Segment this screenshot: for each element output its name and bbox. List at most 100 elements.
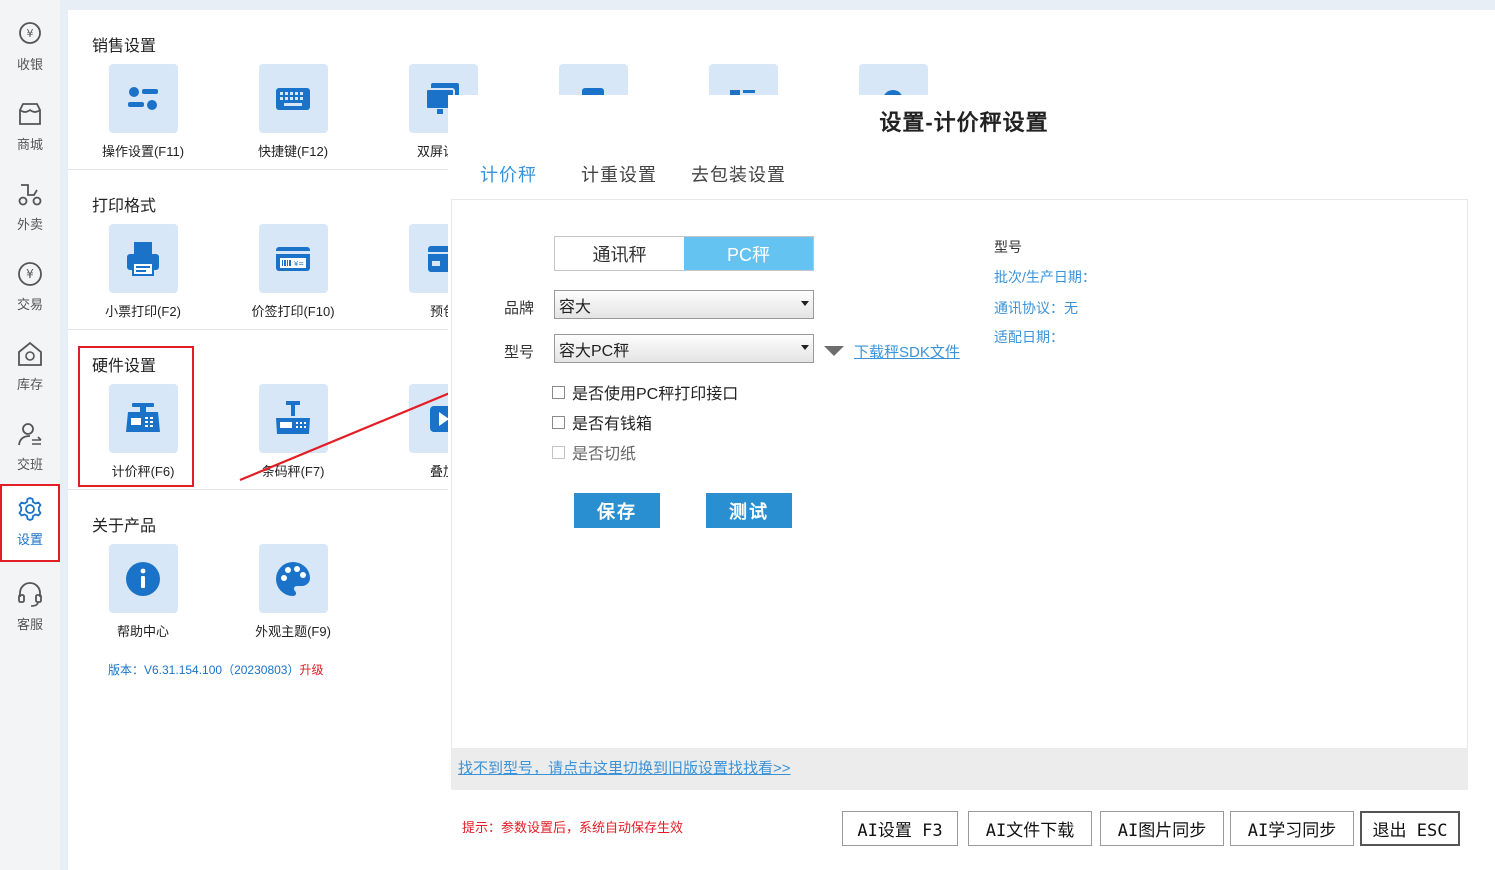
info-adapt-date: 适配日期：	[994, 329, 1064, 345]
sidebar-item-support[interactable]: 客服	[0, 568, 60, 646]
tile-help-center[interactable]: 帮助中心	[88, 544, 198, 640]
ai-learning-sync-button[interactable]: AI学习同步	[1230, 811, 1354, 846]
svg-text:¥: ¥	[26, 267, 34, 281]
tile-barcode-scale[interactable]: 条码秤(F7)	[238, 384, 348, 480]
tile-label: 价签打印(F10)	[251, 304, 335, 319]
tile-shortcut-keys[interactable]: 快捷键(F12)	[238, 64, 348, 160]
old-settings-bar: 找不到型号，请点击这里切换到旧版设置找找看>>	[451, 748, 1468, 790]
autosave-tip: 提示：参数设置后，系统自动保存生效	[462, 820, 684, 835]
tile-receipt-print[interactable]: 小票打印(F2)	[88, 224, 198, 320]
model-value: 容大PC秤	[559, 342, 630, 360]
dialog-tabs: 计价秤 计重设置 去包装设置	[480, 161, 820, 187]
brand-label: 品牌	[504, 300, 535, 317]
sidebar-item-label: 收银	[16, 57, 43, 72]
cashier-icon: ¥	[19, 22, 41, 44]
sidebar-item-settings[interactable]: 设置	[0, 484, 60, 562]
delivery-icon	[18, 184, 42, 206]
tile-appearance-theme[interactable]: 外观主题(F9)	[238, 544, 348, 640]
segment-comm-scale[interactable]: 通讯秤	[555, 237, 684, 270]
info-model-title: 型号	[994, 239, 1022, 255]
scale-type-toggle: 通讯秤 PC秤	[554, 236, 814, 271]
tile-label: 小票打印(F2)	[105, 304, 181, 319]
ai-settings-button[interactable]: AI设置 F3	[842, 811, 958, 846]
main-sidebar: ¥ 收银 商城 外卖 ¥ 交易 库存 交班 设置 客服	[0, 0, 60, 870]
exit-button[interactable]: 退出 ESC	[1360, 811, 1460, 846]
sliders-icon	[128, 86, 158, 110]
section-title-print: 打印格式	[92, 198, 157, 215]
old-settings-link[interactable]: 找不到型号，请点击这里切换到旧版设置找找看>>	[458, 757, 791, 778]
dialog-content: 通讯秤 PC秤 品牌 容大 型号 容大PC秤 下载秤SDK文件 是否使用PC秤打…	[451, 199, 1468, 748]
tab-weighing-settings[interactable]: 计重设置	[581, 161, 657, 187]
ai-file-download-button[interactable]: AI文件下载	[968, 811, 1092, 846]
checkbox-label: 是否使用PC秤打印接口	[572, 386, 739, 403]
svg-text:¥=: ¥=	[294, 260, 304, 268]
sidebar-item-inventory[interactable]: 库存	[0, 328, 60, 406]
checkbox-cash-drawer[interactable]: 是否有钱箱	[552, 410, 652, 434]
tab-tare-settings[interactable]: 去包装设置	[691, 161, 786, 187]
upgrade-link[interactable]: 升级	[299, 663, 323, 677]
tile-price-label-print[interactable]: ¥= 价签打印(F10)	[238, 224, 348, 320]
sidebar-item-label: 设置	[16, 532, 43, 547]
info-batch-date: 批次/生产日期：	[994, 269, 1096, 285]
printer-icon	[127, 241, 159, 276]
segment-pc-scale[interactable]: PC秤	[684, 237, 813, 270]
tile-label: 帮助中心	[116, 624, 169, 639]
version-text: 版本：V6.31.154.100（20230803）	[108, 663, 300, 677]
model-label: 型号	[504, 344, 535, 361]
model-select[interactable]: 容大PC秤	[554, 334, 814, 363]
tile-label: 计价秤(F6)	[111, 464, 175, 479]
version-info: 版本：V6.31.154.100（20230803）升级	[108, 661, 323, 678]
sidebar-item-cashier[interactable]: ¥ 收银	[0, 8, 60, 86]
section-divider	[68, 169, 448, 170]
checkbox-box[interactable]	[552, 445, 565, 459]
test-button[interactable]: 测试	[706, 493, 792, 528]
store-icon	[19, 103, 41, 125]
sidebar-item-store[interactable]: 商城	[0, 88, 60, 166]
checkbox-box[interactable]	[552, 415, 565, 429]
price-tag-icon: ¥=	[276, 246, 310, 271]
shift-handover-icon	[18, 423, 42, 446]
palette-icon	[276, 561, 310, 596]
sidebar-item-label: 客服	[16, 617, 43, 632]
section-divider	[68, 489, 448, 490]
section-title-hardware: 硬件设置	[92, 358, 157, 375]
info-protocol: 通讯协议：无	[994, 300, 1078, 316]
sidebar-item-label: 交班	[16, 457, 43, 472]
checkbox-paper-cut[interactable]: 是否切纸	[552, 440, 636, 464]
tile-label: 条码秤(F7)	[261, 464, 325, 479]
section-title-sales: 销售设置	[92, 38, 157, 55]
sidebar-item-transaction[interactable]: ¥ 交易	[0, 248, 60, 326]
sidebar-item-label: 交易	[16, 297, 43, 312]
chevron-down-icon	[801, 345, 809, 350]
dialog-title: 设置-计价秤设置	[879, 110, 1049, 135]
tab-price-scale[interactable]: 计价秤	[480, 161, 537, 187]
tile-label: 外观主题(F9)	[255, 624, 331, 639]
brand-value: 容大	[559, 298, 592, 316]
chevron-down-icon	[801, 301, 809, 306]
svg-text:¥: ¥	[27, 27, 34, 40]
headset-icon	[18, 582, 42, 607]
barcode-scale-icon	[276, 400, 310, 434]
inventory-icon	[18, 341, 42, 366]
tile-label: 操作设置(F11)	[101, 144, 185, 159]
gear-icon	[18, 497, 42, 521]
scale-settings-dialog: 设置-计价秤设置 计价秤 计重设置 去包装设置 通讯秤 PC秤 品牌 容大 型号…	[448, 95, 1480, 870]
tile-operation-settings[interactable]: 操作设置(F11)	[88, 64, 198, 160]
sidebar-item-label: 库存	[16, 377, 43, 392]
save-button[interactable]: 保存	[574, 493, 660, 528]
section-divider	[68, 329, 448, 330]
checkbox-box[interactable]	[552, 385, 565, 399]
checkbox-pc-print-interface[interactable]: 是否使用PC秤打印接口	[552, 380, 738, 404]
tile-label: 快捷键(F12)	[257, 144, 329, 159]
sidebar-item-label: 外卖	[16, 217, 43, 232]
info-icon	[126, 561, 160, 596]
sidebar-item-shift[interactable]: 交班	[0, 408, 60, 486]
brand-select[interactable]: 容大	[554, 290, 814, 319]
ai-image-sync-button[interactable]: AI图片同步	[1100, 811, 1224, 846]
sidebar-item-label: 商城	[16, 137, 43, 152]
price-scale-icon	[126, 402, 160, 432]
tile-price-scale[interactable]: 计价秤(F6)	[88, 384, 198, 480]
expand-triangle-icon[interactable]	[824, 346, 844, 356]
download-sdk-link[interactable]: 下载秤SDK文件	[854, 341, 960, 362]
sidebar-item-delivery[interactable]: 外卖	[0, 168, 60, 246]
